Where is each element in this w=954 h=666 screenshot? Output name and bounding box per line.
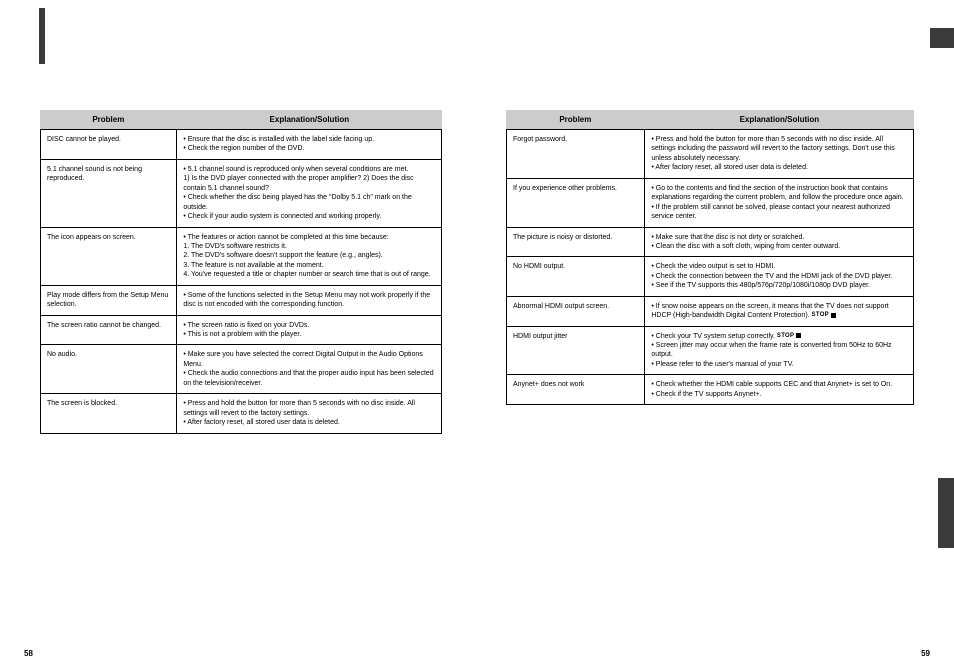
solution-line: • Check whether the disc being played ha… bbox=[183, 194, 411, 210]
solution-line: • Check the audio connections and that t… bbox=[183, 370, 433, 386]
solution-line: • After factory reset, all stored user d… bbox=[651, 164, 808, 171]
solution-line: • Check if your audio system is connecte… bbox=[183, 213, 381, 220]
table-row: Abnormal HDMI output screen. • If snow no… bbox=[507, 296, 914, 326]
table-row: HDMI output jitter• Check your TV system… bbox=[507, 326, 914, 375]
solution-line: • Check whether the HDMI cable supports … bbox=[651, 381, 892, 388]
right-row-problem: HDMI output jitter bbox=[507, 326, 645, 375]
solution-line: • Check if the TV supports Anynet+. bbox=[651, 391, 761, 398]
right-row-solution: • If snow noise appears on the screen, i… bbox=[645, 296, 914, 326]
left-table: DISC cannot be played. • Ensure that the … bbox=[40, 129, 442, 434]
left-row-solution: • Make sure you have selected the correc… bbox=[177, 345, 442, 394]
solution-line: • Clean the disc with a soft cloth, wipi… bbox=[651, 243, 840, 250]
solution-line: • After factory reset, all stored user d… bbox=[183, 419, 340, 426]
table-row: The icon appears on screen. • The feature… bbox=[41, 227, 442, 285]
margin-tab-right-top bbox=[930, 28, 954, 48]
solution-line: • If snow noise appears on the screen, i… bbox=[651, 303, 888, 319]
right-row-problem: Abnormal HDMI output screen. bbox=[507, 296, 645, 326]
stop-icon: STOP bbox=[777, 332, 794, 340]
solution-line: • Press and hold the button for more tha… bbox=[651, 136, 894, 162]
stop-square-icon bbox=[796, 333, 801, 338]
solution-line: • Make sure you have selected the correc… bbox=[183, 351, 422, 367]
left-row-problem: The screen ratio cannot be changed. bbox=[41, 315, 177, 345]
solution-line: 1) Is the DVD player connected with the … bbox=[183, 175, 413, 191]
right-row-problem: If you experience other problems. bbox=[507, 178, 645, 227]
left-row-solution: • The features or action cannot be compl… bbox=[177, 227, 442, 285]
table-row: No audio. • Make sure you have selected t… bbox=[41, 345, 442, 394]
left-row-problem: DISC cannot be played. bbox=[41, 130, 177, 160]
right-row-problem: The picture is noisy or distorted. bbox=[507, 227, 645, 257]
solution-line: 3. The feature is not available at the m… bbox=[183, 262, 323, 269]
table-row: DISC cannot be played. • Ensure that the … bbox=[41, 130, 442, 160]
left-header-solution: Explanation/Solution bbox=[177, 110, 442, 129]
margin-tab-right-bottom bbox=[938, 478, 954, 548]
solution-line: • The screen ratio is fixed on your DVDs… bbox=[183, 322, 309, 329]
left-column: Problem Explanation/Solution DISC cannot… bbox=[40, 110, 442, 434]
solution-line: • Check your TV system setup correctly. bbox=[651, 333, 777, 340]
left-row-problem: The screen is blocked. bbox=[41, 394, 177, 433]
right-row-problem: Anynet+ does not work bbox=[507, 375, 645, 405]
solution-line: 2. The DVD's software doesn't support th… bbox=[183, 252, 382, 259]
solution-line: • Check the connection between the TV an… bbox=[651, 273, 892, 280]
page-number-left: 58 bbox=[24, 649, 33, 658]
right-column: Problem Explanation/Solution Forgot pass… bbox=[506, 110, 914, 405]
solution-line: • The features or action cannot be compl… bbox=[183, 234, 388, 241]
solution-line: • Check the region number of the DVD. bbox=[183, 145, 304, 152]
left-row-problem: 5.1 channel sound is not being reproduce… bbox=[41, 159, 177, 227]
solution-line: • Check the video output is set to HDMI. bbox=[651, 263, 775, 270]
left-row-solution: • 5.1 channel sound is reproduced only w… bbox=[177, 159, 442, 227]
right-header-problem: Problem bbox=[506, 110, 645, 129]
solution-line: • If the problem still cannot be solved,… bbox=[651, 204, 890, 220]
table-row: 5.1 channel sound is not being reproduce… bbox=[41, 159, 442, 227]
table-row: Anynet+ does not work • Check whether the… bbox=[507, 375, 914, 405]
left-row-solution: • Some of the functions selected in the … bbox=[177, 285, 442, 315]
solution-line: • Ensure that the disc is installed with… bbox=[183, 136, 374, 143]
left-row-solution: • Press and hold the button for more tha… bbox=[177, 394, 442, 433]
right-row-solution: • Press and hold the button for more tha… bbox=[645, 130, 914, 179]
solution-line: • See if the TV supports this 480p/576p/… bbox=[651, 282, 870, 289]
right-row-problem: No HDMI output. bbox=[507, 257, 645, 296]
solution-line: • Please refer to the user's manual of y… bbox=[651, 361, 793, 368]
solution-line: • This is not a problem with the player. bbox=[183, 331, 301, 338]
table-row: No HDMI output.• Check the video output … bbox=[507, 257, 914, 296]
left-table-header: Problem Explanation/Solution bbox=[40, 110, 442, 129]
page-number-right: 59 bbox=[921, 649, 930, 658]
solution-line: • Go to the contents and find the sectio… bbox=[651, 185, 903, 201]
right-table-header: Problem Explanation/Solution bbox=[506, 110, 914, 129]
margin-tab-left bbox=[39, 8, 45, 64]
left-row-solution: • Ensure that the disc is installed with… bbox=[177, 130, 442, 160]
right-row-solution: • Go to the contents and find the sectio… bbox=[645, 178, 914, 227]
left-row-solution: • The screen ratio is fixed on your DVDs… bbox=[177, 315, 442, 345]
page-spread: Problem Explanation/Solution DISC cannot… bbox=[0, 0, 954, 666]
stop-icon: STOP bbox=[812, 311, 829, 319]
solution-line: • 5.1 channel sound is reproduced only w… bbox=[183, 166, 408, 173]
solution-line: 1. The DVD's software restricts it. bbox=[183, 243, 287, 250]
table-row: If you experience other problems. • Go to… bbox=[507, 178, 914, 227]
left-row-problem: The icon appears on screen. bbox=[41, 227, 177, 285]
solution-line: 4. You've requested a title or chapter n… bbox=[183, 271, 430, 278]
right-row-solution: • Make sure that the disc is not dirty o… bbox=[645, 227, 914, 257]
stop-square-icon bbox=[831, 313, 836, 318]
table-row: Forgot password.• Press and hold the but… bbox=[507, 130, 914, 179]
solution-line: • Press and hold the button for more tha… bbox=[183, 400, 415, 416]
right-table: Forgot password.• Press and hold the but… bbox=[506, 129, 914, 405]
left-header-problem: Problem bbox=[40, 110, 177, 129]
solution-line: • Make sure that the disc is not dirty o… bbox=[651, 234, 804, 241]
right-row-problem: Forgot password. bbox=[507, 130, 645, 179]
solution-line: • Screen jitter may occur when the frame… bbox=[651, 342, 891, 358]
right-header-solution: Explanation/Solution bbox=[645, 110, 914, 129]
left-row-problem: Play mode differs from the Setup Menu se… bbox=[41, 285, 177, 315]
table-row: The picture is noisy or distorted. • Make… bbox=[507, 227, 914, 257]
right-row-solution: • Check your TV system setup correctly. … bbox=[645, 326, 914, 375]
table-row: The screen ratio cannot be changed. • The… bbox=[41, 315, 442, 345]
left-row-problem: No audio. bbox=[41, 345, 177, 394]
table-row: Play mode differs from the Setup Menu se… bbox=[41, 285, 442, 315]
right-row-solution: • Check whether the HDMI cable supports … bbox=[645, 375, 914, 405]
table-row: The screen is blocked. • Press and hold t… bbox=[41, 394, 442, 433]
solution-line: • Some of the functions selected in the … bbox=[183, 292, 430, 308]
right-row-solution: • Check the video output is set to HDMI.… bbox=[645, 257, 914, 296]
